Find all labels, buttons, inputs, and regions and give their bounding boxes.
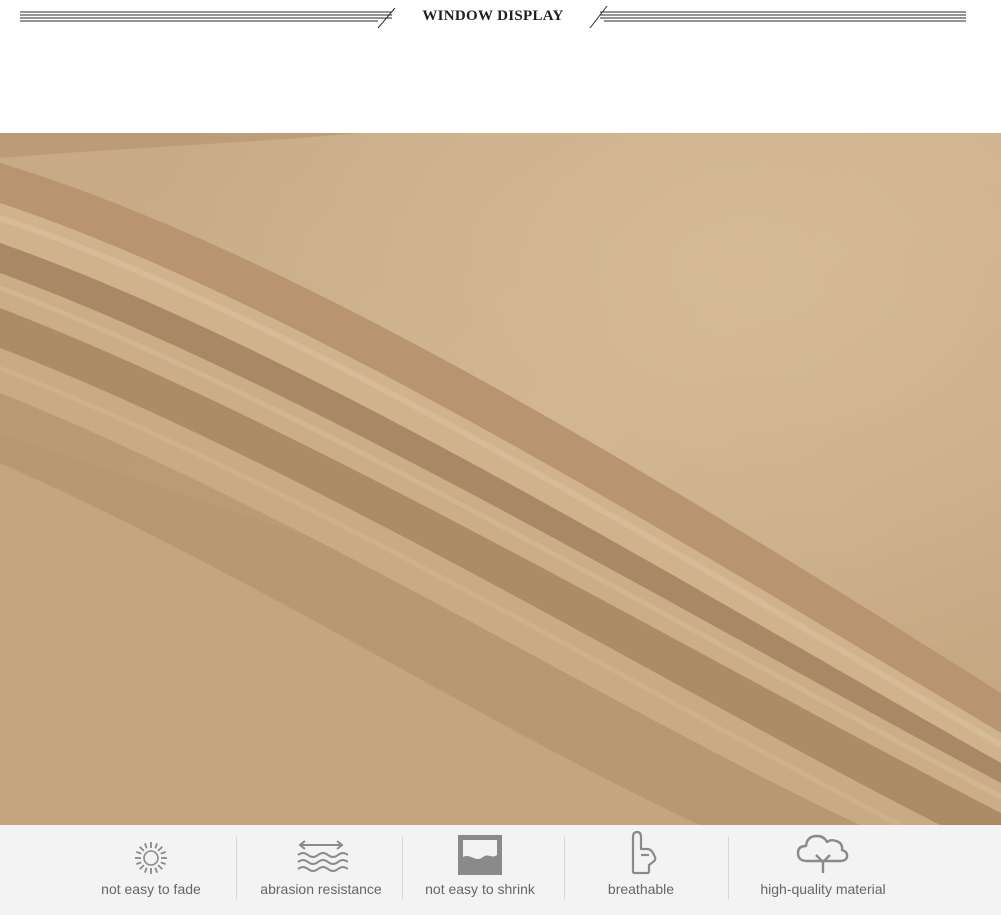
tree-icon [796, 834, 849, 873]
feature-not-easy-to-shrink: not easy to shrink [399, 825, 561, 915]
product-detail-page: WINDOW DISPLAY not easy to fade abrasion… [0, 0, 1001, 915]
feature-high-quality-material: high-quality material [730, 825, 916, 915]
feature-divider [236, 837, 237, 899]
feature-label: abrasion resistance [260, 881, 382, 897]
feature-abrasion-resistance: abrasion resistance [240, 825, 402, 915]
section-header: WINDOW DISPLAY [0, 0, 1001, 40]
feature-label: not easy to fade [101, 881, 201, 897]
feature-label: breathable [607, 881, 675, 897]
waves-arrows-icon [297, 840, 348, 872]
section-title: WINDOW DISPLAY [422, 8, 564, 24]
feature-bar: not easy to fade abrasion resistance not… [0, 825, 1001, 915]
feature-label: high-quality material [760, 881, 886, 897]
feature-divider [728, 837, 729, 899]
fabric-photo [0, 133, 1001, 825]
shrink-box-icon [458, 835, 502, 875]
feature-breathable: breathable [560, 825, 722, 915]
feature-not-easy-to-fade: not easy to fade [70, 825, 232, 915]
feature-label: not easy to shrink [425, 881, 535, 897]
sun-icon [135, 842, 167, 874]
hand-icon [631, 830, 657, 875]
